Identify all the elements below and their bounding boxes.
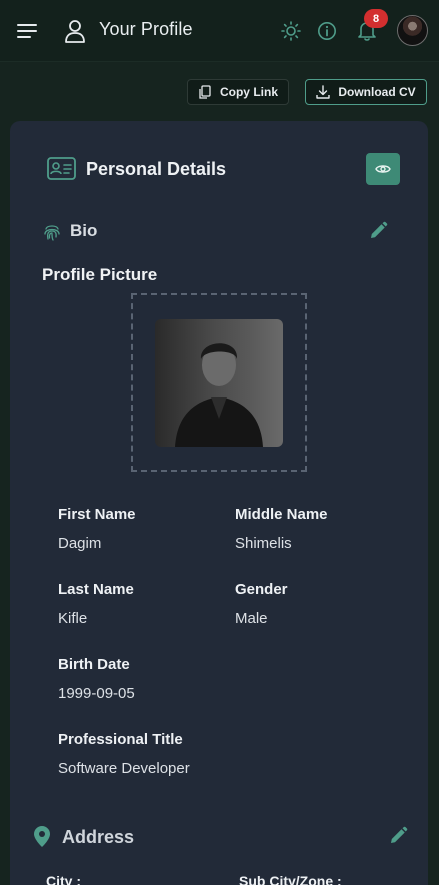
copy-link-button[interactable]: Copy Link <box>187 79 289 105</box>
personal-details-title: Personal Details <box>86 159 227 179</box>
middle-name-value: Shimelis <box>235 535 292 552</box>
last-name-label: Last Name <box>58 581 134 598</box>
download-cv-button[interactable]: Download CV <box>305 79 427 105</box>
copy-link-label: Copy Link <box>219 85 278 99</box>
preview-button[interactable] <box>366 153 400 185</box>
professional-title-value: Software Developer <box>58 760 190 777</box>
notification-badge: 8 <box>364 9 388 28</box>
middle-name-label: Middle Name <box>235 506 328 523</box>
page-title: Your Profile <box>99 19 193 39</box>
avatar[interactable] <box>397 15 428 46</box>
eye-icon <box>375 165 391 173</box>
info-icon[interactable] <box>317 21 337 41</box>
menu-icon[interactable] <box>17 23 37 39</box>
profile-photo <box>155 319 283 447</box>
person-silhouette-icon <box>175 343 263 447</box>
profile-picture-label: Profile Picture <box>42 265 158 284</box>
birth-date-label: Birth Date <box>58 656 130 673</box>
sun-icon[interactable] <box>281 21 301 41</box>
gender-value: Male <box>235 610 268 627</box>
fingerprint-icon <box>44 225 60 241</box>
top-bar: Your Profile 8 <box>0 0 439 62</box>
first-name-value: Dagim <box>58 535 102 552</box>
copy-icon <box>199 85 211 99</box>
download-icon <box>316 85 331 99</box>
subcity-label: Sub City/Zone : <box>239 873 342 885</box>
city-label: City : <box>46 873 81 885</box>
birth-date-value: 1999-09-05 <box>58 685 135 702</box>
address-title: Address <box>62 827 135 847</box>
location-pin-icon <box>34 826 50 847</box>
edit-bio-icon[interactable] <box>368 221 388 241</box>
bio-title: Bio <box>70 221 98 240</box>
last-name-value: Kifle <box>58 610 88 627</box>
first-name-label: First Name <box>58 506 136 523</box>
edit-address-icon[interactable] <box>388 826 408 846</box>
id-card-icon <box>47 157 76 180</box>
user-icon <box>65 20 85 43</box>
professional-title-label: Professional Title <box>58 731 183 748</box>
download-cv-label: Download CV <box>338 85 416 99</box>
gender-label: Gender <box>235 581 288 598</box>
